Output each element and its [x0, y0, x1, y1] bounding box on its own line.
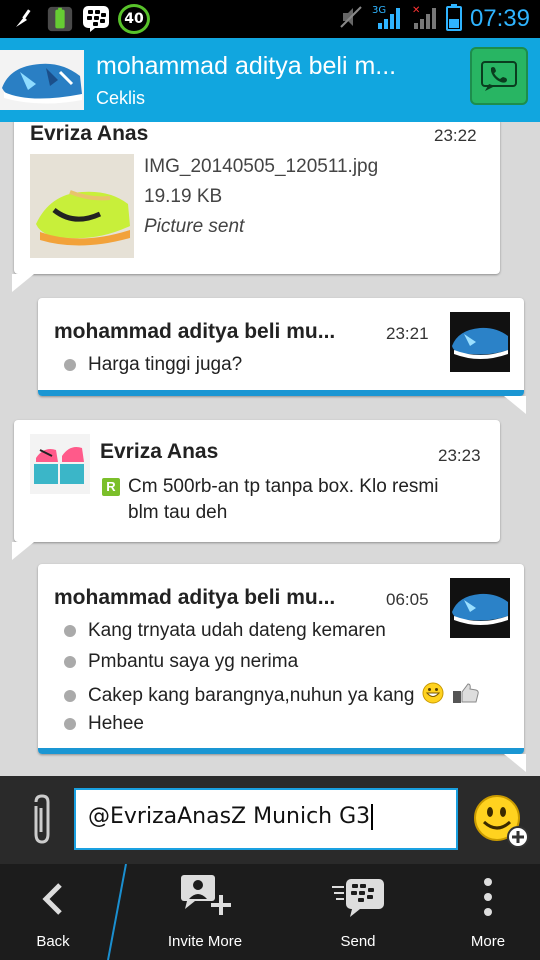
r-icon: R	[102, 478, 120, 496]
thumbs-up-icon	[452, 682, 480, 710]
more-label: More	[470, 933, 506, 950]
sender-avatar	[450, 312, 510, 372]
action-divider	[104, 863, 128, 960]
invite-more-button[interactable]: Invite More	[130, 864, 280, 960]
message-text: Harga tinggi juga?	[88, 354, 243, 375]
battery-icon	[445, 3, 462, 35]
sender-avatar	[450, 578, 510, 638]
send-label: Send	[340, 933, 376, 950]
invite-more-label: Invite More	[167, 933, 243, 950]
message-bubble[interactable]: mohammad aditya beli mu... 06:05 Kang tr…	[38, 564, 526, 772]
message-line: Cakep kang barangnya,nuhun ya kang	[64, 682, 480, 710]
status-bar: 40 3G ✕ 07:39	[0, 0, 540, 38]
message-bubble[interactable]: Evriza Anas 23:22 IMG_20140505_120511.jp…	[12, 122, 500, 292]
bubble-accent	[38, 390, 524, 396]
smiley-icon	[472, 795, 532, 856]
message-text: Hehee	[88, 713, 144, 734]
message-sender: Evriza Anas	[30, 122, 149, 145]
bullet-icon	[64, 656, 76, 668]
more-button[interactable]: More	[436, 864, 540, 960]
message-sender: mohammad aditya beli mu...	[54, 320, 336, 343]
message-time: 23:21	[386, 324, 429, 343]
message-sender: mohammad aditya beli mu...	[54, 586, 336, 609]
file-size: 19.19 KB	[144, 186, 223, 207]
message-input-text: @EvrizaAnasZ Munich G3	[88, 804, 371, 829]
message-list[interactable]: Evriza Anas 23:22 IMG_20140505_120511.jp…	[0, 122, 540, 776]
chat-subtitle: Ceklis	[96, 88, 146, 108]
clock: 07:39	[469, 5, 530, 32]
bullet-icon	[64, 690, 76, 702]
battery-app-icon	[46, 5, 74, 33]
message-input[interactable]: @EvrizaAnasZ Munich G3	[74, 788, 458, 850]
message-sender: Evriza Anas	[100, 440, 219, 463]
message-bubble[interactable]: mohammad aditya beli mu... 23:21 Harga t…	[38, 298, 526, 414]
message-text: Pmbantu saya yg nerima	[88, 651, 299, 672]
signal-3g-icon: 3G	[372, 3, 402, 35]
message-line: Kang trnyata udah dateng kemaren	[64, 620, 386, 642]
svg-text:✕: ✕	[412, 5, 420, 16]
broom-icon	[10, 5, 38, 33]
back-label: Back	[36, 933, 70, 950]
file-name: IMG_20140505_120511.jpg	[144, 156, 379, 177]
phone-icon	[479, 54, 519, 98]
signal-blocked-icon: ✕	[410, 3, 438, 35]
message-line: R Cm 500rb-an tp tanpa box. Klo resmi	[102, 476, 439, 498]
text-cursor	[371, 804, 374, 830]
bullet-icon	[64, 359, 76, 371]
back-arrow-icon	[38, 881, 68, 933]
svg-text:3G: 3G	[372, 5, 386, 16]
composer-bar: @EvrizaAnasZ Munich G3	[0, 776, 540, 864]
message-time: 23:22	[434, 126, 477, 145]
back-button[interactable]: Back	[0, 864, 106, 960]
message-line: Harga tinggi juga?	[64, 354, 242, 376]
mute-icon	[338, 4, 364, 34]
contact-avatar[interactable]	[0, 50, 84, 110]
send-button[interactable]: Send	[292, 864, 424, 960]
message-time: 06:05	[386, 590, 429, 609]
bbm-icon	[82, 5, 110, 33]
chat-title: mohammad aditya beli m...	[96, 52, 397, 80]
chat-header: mohammad aditya beli m... Ceklis	[0, 38, 540, 122]
action-bar: Back Invite More Send More	[0, 863, 540, 960]
message-text: Cm 500rb-an tp tanpa box. Klo resmi	[128, 476, 439, 497]
emoticon-button[interactable]	[472, 792, 532, 852]
message-text: Kang trnyata udah dateng kemaren	[88, 620, 386, 641]
bullet-icon	[64, 718, 76, 730]
bbm-send-icon	[330, 877, 386, 933]
picture-thumbnail[interactable]	[30, 154, 134, 258]
message-time: 23:23	[438, 446, 481, 465]
bullet-icon	[64, 625, 76, 637]
sender-avatar	[30, 434, 90, 494]
overflow-menu-icon	[482, 877, 494, 933]
message-text: Cakep kang barangnya,nuhun ya kang	[88, 685, 415, 706]
message-line: blm tau deh	[128, 502, 227, 524]
message-line: Hehee	[64, 713, 144, 735]
bubble-accent	[38, 748, 524, 754]
delivery-status: Picture sent	[144, 216, 245, 237]
message-text: blm tau deh	[128, 502, 228, 523]
message-bubble[interactable]: Evriza Anas 23:23 R Cm 500rb-an tp tanpa…	[12, 420, 500, 560]
notification-count-badge: 40	[118, 4, 150, 34]
add-contact-icon	[177, 873, 233, 933]
paperclip-icon[interactable]	[26, 794, 56, 848]
grin-emoji-icon	[422, 682, 444, 710]
call-button[interactable]	[470, 47, 528, 105]
message-line: Pmbantu saya yg nerima	[64, 651, 298, 673]
